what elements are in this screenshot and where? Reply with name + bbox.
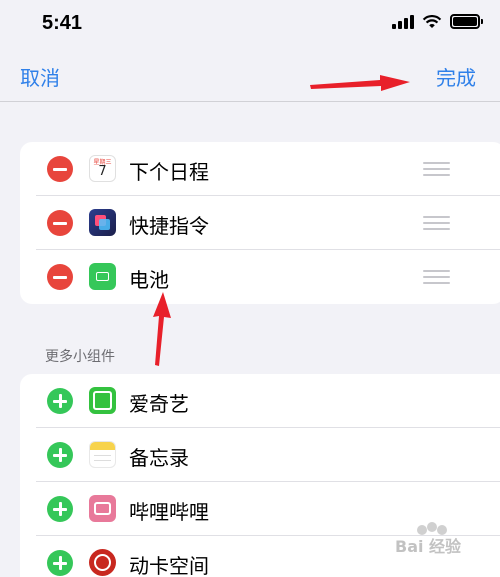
shortcuts-icon — [89, 209, 116, 236]
active-widget-row: 快捷指令 — [20, 196, 500, 250]
drag-handle-icon[interactable] — [423, 162, 450, 176]
battery-status-icon — [450, 14, 483, 29]
notes-icon — [89, 441, 116, 468]
watermark-text: Bai 经验 — [395, 537, 462, 556]
battery-app-icon — [89, 263, 116, 290]
widget-label: 快捷指令 — [129, 214, 209, 238]
cancel-button[interactable]: 取消 — [20, 62, 60, 91]
active-widget-row: 电池 — [20, 250, 500, 304]
add-widget-button[interactable] — [47, 550, 73, 576]
more-widget-row: 备忘录 — [20, 428, 500, 482]
status-icons — [392, 14, 483, 29]
add-widget-button[interactable] — [47, 442, 73, 468]
remove-widget-button[interactable] — [47, 210, 73, 236]
remove-widget-button[interactable] — [47, 264, 73, 290]
bilibili-icon — [89, 495, 116, 522]
calendar-icon: 星期三 7 — [89, 155, 116, 182]
widget-label: 爱奇艺 — [129, 392, 189, 416]
widget-label: 哔哩哔哩 — [129, 500, 209, 524]
done-button[interactable]: 完成 — [436, 62, 476, 91]
cellular-signal-icon — [392, 14, 414, 29]
active-widget-row: 星期三 7 下个日程 — [20, 142, 500, 196]
card-space-icon — [89, 549, 116, 576]
wifi-icon — [422, 14, 442, 28]
status-time: 5:41 — [42, 12, 83, 34]
more-widget-row: 爱奇艺 — [20, 374, 500, 428]
add-widget-button[interactable] — [47, 496, 73, 522]
status-bar: 5:41 — [0, 0, 500, 50]
active-widgets-list: 星期三 7 下个日程 快捷指令 电池 — [20, 142, 500, 304]
drag-handle-icon[interactable] — [423, 216, 450, 230]
widget-label: 动卡空间 — [129, 554, 209, 577]
iqiyi-icon — [89, 387, 116, 414]
remove-widget-button[interactable] — [47, 156, 73, 182]
add-widget-button[interactable] — [47, 388, 73, 414]
widget-label: 电池 — [129, 268, 169, 292]
drag-handle-icon[interactable] — [423, 270, 450, 284]
section-title: 更多小组件 — [45, 349, 115, 365]
nav-bar: 取消 完成 — [0, 50, 500, 102]
widget-label: 下个日程 — [129, 160, 209, 184]
widget-label: 备忘录 — [129, 446, 189, 470]
